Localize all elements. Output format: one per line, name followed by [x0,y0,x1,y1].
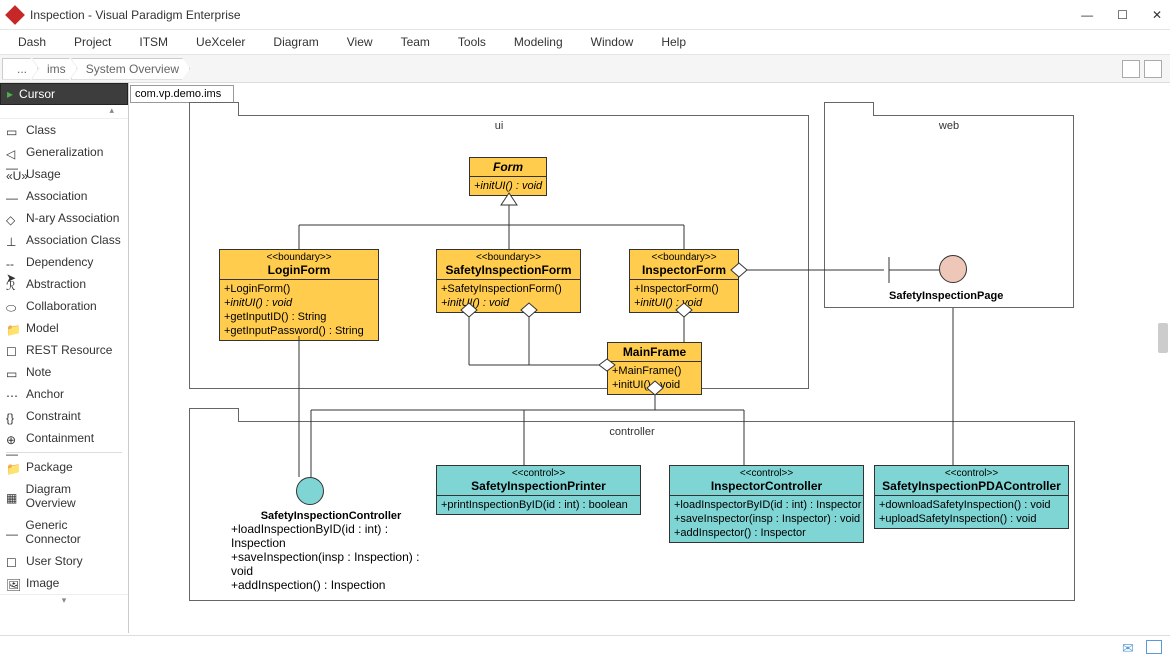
palette-item-icon: --➤ [6,257,20,267]
palette-item-icon: 🖼 [6,578,20,588]
tool-palette: ▸ Cursor ▭Class◁—Generalization«U»Usage—… [0,83,129,633]
breadcrumb-root[interactable]: ... [2,58,38,80]
window-title: Inspection - Visual Paradigm Enterprise [30,8,1081,22]
class-safetyinspectionpage[interactable] [939,255,967,283]
palette-diagram-overview[interactable]: ▦Diagram Overview [0,478,128,514]
menu-window[interactable]: Window [591,35,634,49]
palette-item-icon: ☐ [6,556,20,566]
palette-item-icon: 📁 [6,462,20,472]
palette-class[interactable]: ▭Class [0,119,128,141]
palette-containment[interactable]: ⊕—Containment [0,427,128,449]
palette-item-icon: ☐ [6,345,20,355]
palette-model[interactable]: 📁Model [0,317,128,339]
class-form[interactable]: Form +initUI() : void [469,157,547,196]
palette-constraint[interactable]: {}Constraint [0,405,128,427]
palette-scroll-down[interactable]: ▾ [0,594,128,608]
palette-n-ary-association[interactable]: ◇N-ary Association [0,207,128,229]
palette-item-icon: ℛ [6,279,20,289]
palette-item-icon: ⬭ [6,301,20,311]
diagram-canvas[interactable]: ui web controller Form +initUI() : void … [129,105,1170,633]
palette-item-icon: ▦ [6,491,20,501]
palette-package[interactable]: 📁Package [0,456,128,478]
breadcrumb-overview[interactable]: System Overview [71,58,190,80]
class-mainframe[interactable]: MainFrame +MainFrame() +initUI() : void [607,342,702,395]
palette-anchor[interactable]: ⋯Anchor [0,383,128,405]
class-inspectorcontroller[interactable]: <<control>>InspectorController +loadInsp… [669,465,864,543]
palette-item-icon: 📁 [6,323,20,333]
class-safetyinspectioncontroller[interactable] [296,477,324,505]
class-pdacontroller[interactable]: <<control>>SafetyInspectionPDAController… [874,465,1069,529]
menu-diagram[interactable]: Diagram [273,35,318,49]
palette-scroll-up[interactable] [0,105,128,119]
palette-generic-connector[interactable]: —Generic Connector [0,514,128,550]
palette-item-icon: — [6,191,20,201]
palette-item-icon: ◁— [6,147,20,157]
breadcrumb-bar: ... ims System Overview [0,55,1170,83]
scrollbar-thumb[interactable] [1158,323,1168,353]
palette-generalization[interactable]: ◁—Generalization [0,141,128,163]
page-icon[interactable] [1146,640,1162,654]
label-sic: SafetyInspectionController [221,510,441,522]
palette-item-icon: ▭ [6,125,20,135]
palette-usage[interactable]: «U»Usage [0,163,128,185]
palette-item-icon: «U» [6,169,20,179]
toolbar-icon-a[interactable] [1122,60,1140,78]
label-safetyinspectionpage: SafetyInspectionPage [889,290,1003,302]
palette-item-icon: ⋯ [6,389,20,399]
palette-item-icon: ▭ [6,367,20,377]
class-loginform[interactable]: <<boundary>>LoginForm +LoginForm() +init… [219,249,379,341]
palette-item-icon: ◇ [6,213,20,223]
palette-rest-resource[interactable]: ☐REST Resource [0,339,128,361]
class-safetyinspectionprinter[interactable]: <<control>>SafetyInspectionPrinter +prin… [436,465,641,515]
titlebar: Inspection - Visual Paradigm Enterprise … [0,0,1170,30]
mail-icon[interactable]: ✉ [1122,640,1138,654]
breadcrumb-ims[interactable]: ims [32,58,77,80]
diagram-canvas-wrap: ui web controller Form +initUI() : void … [129,83,1170,633]
menu-help[interactable]: Help [661,35,686,49]
app-logo-icon [5,5,25,25]
menu-tools[interactable]: Tools [458,35,486,49]
class-safetyinspectionform[interactable]: <<boundary>>SafetyInspectionForm +Safety… [436,249,581,313]
menu-project[interactable]: Project [74,35,111,49]
menu-uexceler[interactable]: UeXceler [196,35,245,49]
menu-view[interactable]: View [347,35,373,49]
close-button[interactable]: ✕ [1152,8,1162,22]
palette-item-icon: — [6,527,19,537]
palette-collaboration[interactable]: ⬭Collaboration [0,295,128,317]
palette-user-story[interactable]: ☐User Story [0,550,128,572]
menu-team[interactable]: Team [401,35,430,49]
menu-itsm[interactable]: ITSM [139,35,168,49]
palette-note[interactable]: ▭Note [0,361,128,383]
palette-item-icon: ⊕— [6,433,20,443]
cursor-icon: ▸ [7,87,13,101]
palette-dependency[interactable]: --➤Dependency [0,251,128,273]
palette-abstraction[interactable]: ℛAbstraction [0,273,128,295]
palette-item-icon: {} [6,411,20,421]
statusbar: ✉ [0,635,1170,658]
palette-cursor[interactable]: ▸ Cursor [0,83,128,105]
maximize-button[interactable]: ☐ [1117,8,1128,22]
menu-modeling[interactable]: Modeling [514,35,563,49]
palette-association-class[interactable]: ⊥Association Class [0,229,128,251]
palette-item-icon: ⊥ [6,235,20,245]
minimize-button[interactable]: — [1081,8,1093,22]
menu-dash[interactable]: Dash [18,35,46,49]
palette-association[interactable]: —Association [0,185,128,207]
package-path-input[interactable] [130,85,234,103]
palette-image[interactable]: 🖼Image [0,572,128,594]
menubar: Dash Project ITSM UeXceler Diagram View … [0,30,1170,55]
class-inspectorform[interactable]: <<boundary>>InspectorForm +InspectorForm… [629,249,739,313]
toolbar-icon-b[interactable] [1144,60,1162,78]
